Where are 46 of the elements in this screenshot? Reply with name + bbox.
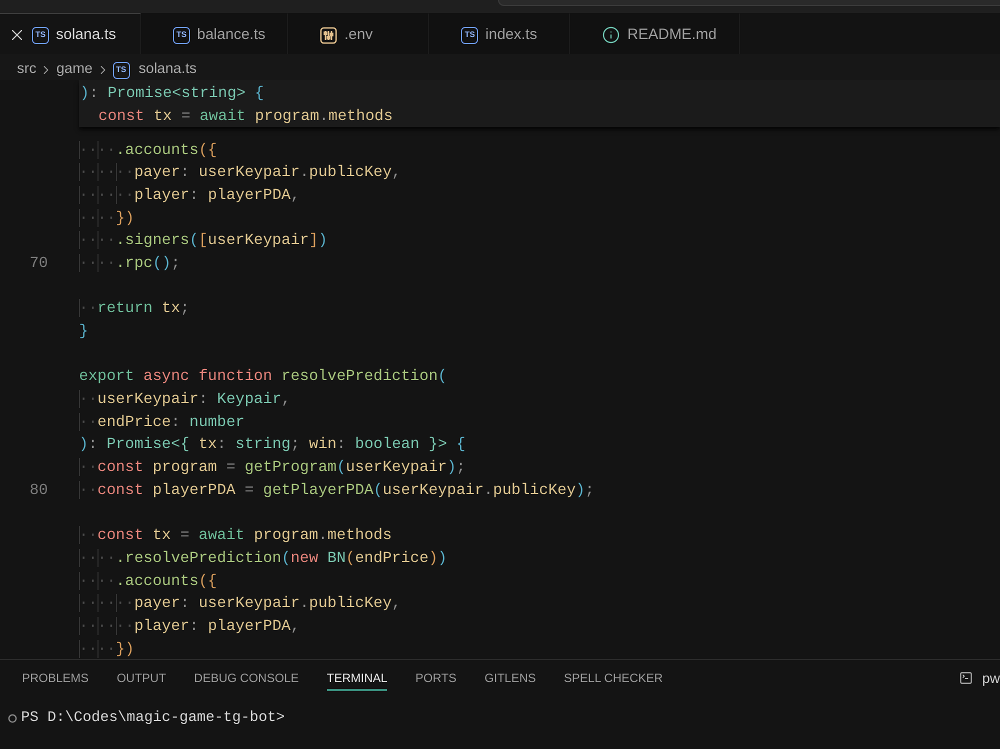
sliders-icon — [320, 26, 338, 44]
panel-tab[interactable]: TERMINAL — [326, 670, 388, 691]
code-line: ····.signers([userKeypair]) — [79, 230, 328, 252]
panel-tab[interactable]: GITLENS — [484, 670, 536, 691]
code-line: ····.resolvePrediction(new BN(endPrice)) — [79, 548, 447, 569]
code-line: ··const program = getProgram(userKeypair); — [79, 457, 466, 478]
panel-tab[interactable]: PROBLEMS — [22, 670, 89, 691]
panel-tab[interactable]: SPELL CHECKER — [564, 670, 663, 691]
code-line: ····.rpc(); — [79, 252, 180, 274]
info-icon — [602, 26, 620, 44]
code-line: ······payer: userKeypair.publicKey, — [79, 593, 401, 614]
code-line: export async function resolvePrediction( — [79, 366, 447, 388]
code-line: ······player: playerPDA, — [79, 184, 300, 206]
code-line: } — [79, 321, 88, 342]
terminal-icon — [959, 671, 974, 685]
breadcrumb-item[interactable]: TS solana.ts — [112, 59, 197, 81]
code-line: ··const playerPDA = getPlayerPDA(userKeypair.publicKey); — [79, 480, 594, 501]
code-line: ··endPrice: number — [79, 412, 245, 433]
terminal-instance-button[interactable]: pw — [959, 670, 1000, 686]
breadcrumb-item[interactable]: game — [56, 59, 93, 81]
code-line: ····}) — [79, 208, 134, 229]
ts-file-icon: TS — [461, 26, 478, 44]
line-number: 70 — [30, 252, 48, 274]
panel-tab[interactable]: OUTPUT — [116, 670, 166, 691]
code-line: ······player: playerPDA, — [79, 616, 300, 637]
code-line: ··return tx; — [79, 298, 190, 320]
search-field[interactable] — [498, 0, 1000, 6]
code-line: ····}) — [79, 638, 134, 659]
panel-tab[interactable]: PORTS — [415, 670, 457, 691]
ts-file-icon: TS — [32, 26, 49, 44]
code-line: ): Promise<string> { — [80, 83, 264, 104]
panel-tab[interactable]: DEBUG CONSOLE — [194, 670, 299, 691]
terminal-prompt: PS D:\Codes\magic-game-tg-bot> — [21, 709, 285, 728]
code-line: ······payer: userKeypair.publicKey, — [79, 162, 401, 184]
ts-file-icon: TS — [173, 26, 190, 44]
code-line: ··userKeypair: Keypair, — [79, 389, 291, 410]
ts-file-icon: TS — [112, 62, 130, 78]
code-line: const tx = await program.methods — [98, 106, 393, 127]
code-line: ··const tx = await program.methods — [79, 525, 392, 546]
code-line: ····.accounts({ — [79, 570, 217, 592]
breadcrumb-item[interactable]: src — [17, 59, 36, 81]
circle-icon — [8, 714, 17, 722]
code-line: ): Promise<{ tx: string; win: boolean }> { — [79, 434, 466, 456]
code-line: ····.accounts({ — [79, 140, 217, 160]
editor-tab[interactable]: TS solana.ts — [0, 13, 141, 54]
line-number: 80 — [30, 480, 48, 501]
